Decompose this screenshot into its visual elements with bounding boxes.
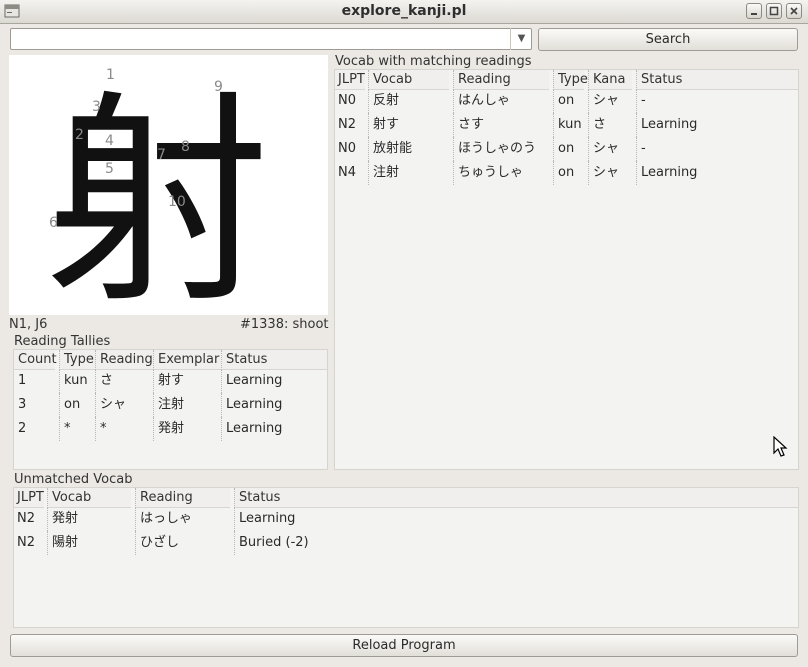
unmatched-cell[interactable]: Buried (-2) [234, 531, 309, 555]
vocab-cell[interactable]: Learning [636, 113, 697, 137]
col-header-status[interactable]: Status [234, 488, 798, 508]
vocab-cell[interactable]: on [553, 89, 574, 113]
maximize-button[interactable] [766, 3, 782, 19]
col-header-jlpt[interactable]: JLPT [14, 488, 44, 508]
vocab-cell[interactable]: Learning [636, 161, 697, 185]
vocab-cell[interactable]: 注射 [368, 161, 399, 185]
vocab-cell[interactable]: N2 [338, 113, 356, 137]
col-header-exemplar[interactable]: Exemplar [153, 350, 221, 370]
vocab-cell[interactable]: シャ [588, 89, 619, 113]
stroke-number-1: 1 [106, 67, 115, 83]
window-title: explore_kanji.pl [341, 3, 467, 19]
col-header-kana[interactable]: Kana [588, 70, 632, 90]
mouse-pointer-icon [773, 435, 789, 462]
tally-cell[interactable]: * [59, 417, 71, 441]
kanji-id-meaning: #1338: shoot [240, 317, 329, 332]
stroke-number-5: 5 [105, 161, 114, 177]
vocab-cell[interactable]: N0 [338, 89, 356, 113]
stroke-number-7: 7 [157, 147, 166, 163]
col-header-reading[interactable]: Reading [453, 70, 549, 90]
col-header-reading[interactable]: Reading [95, 350, 153, 370]
vocab-cell[interactable]: kun [553, 113, 582, 137]
tally-cell[interactable]: 発射 [153, 417, 184, 441]
vocab-cell[interactable]: ほうしゃのう [453, 137, 536, 161]
stroke-number-6: 6 [49, 215, 58, 231]
tally-cell[interactable]: Learning [221, 369, 282, 393]
unmatched-cell[interactable]: N2 [17, 531, 35, 555]
stroke-number-2: 2 [75, 127, 84, 143]
vocab-cell[interactable]: on [553, 161, 574, 185]
stroke-number-4: 4 [105, 133, 114, 149]
vocab-cell[interactable]: ちゅうしゃ [453, 161, 523, 185]
unmatched-cell[interactable]: はっしゃ [135, 507, 192, 531]
tally-cell[interactable]: 1 [18, 369, 26, 393]
vocab-cell[interactable]: 射す [368, 113, 399, 137]
vocab-cell[interactable]: さ [588, 113, 606, 137]
kanji-character: 射 [45, 72, 270, 315]
close-button[interactable] [786, 3, 802, 19]
unmatched-cell[interactable]: Learning [234, 507, 295, 531]
tally-cell[interactable]: 2 [18, 417, 26, 441]
col-header-reading[interactable]: Reading [135, 488, 230, 508]
tally-cell[interactable]: Learning [221, 393, 282, 417]
unmatched-cell[interactable]: N2 [17, 507, 35, 531]
stroke-number-8: 8 [181, 139, 190, 155]
tally-cell[interactable]: Learning [221, 417, 282, 441]
vocab-cell[interactable]: N4 [338, 161, 356, 185]
vocab-cell[interactable]: 放射能 [368, 137, 412, 161]
vocab-cell[interactable]: N0 [338, 137, 356, 161]
stroke-number-9: 9 [214, 79, 223, 95]
col-header-vocab[interactable]: Vocab [47, 488, 131, 508]
stroke-number-10: 10 [168, 194, 186, 210]
kanji-stroke-image: 射 1 2 3 4 5 6 7 8 9 10 [9, 55, 328, 315]
unmatched-cell[interactable]: ひざし [135, 531, 179, 555]
vocab-cell[interactable]: さす [453, 113, 484, 137]
tally-cell[interactable]: * [95, 417, 107, 441]
vocab-matching-table[interactable]: JLPT Vocab Reading Type Kana Status N0 反… [334, 69, 799, 470]
stroke-number-3: 3 [92, 99, 101, 115]
col-header-vocab[interactable]: Vocab [368, 70, 449, 90]
reading-tallies-table[interactable]: Count Type Reading Exemplar Status 1 kun… [13, 349, 328, 470]
tally-cell[interactable]: さ [95, 369, 113, 393]
vocab-cell[interactable]: on [553, 137, 574, 161]
col-header-jlpt[interactable]: JLPT [335, 70, 365, 90]
vocab-cell[interactable]: 反射 [368, 89, 399, 113]
unmatched-cell[interactable]: 発射 [47, 507, 78, 531]
col-header-count[interactable]: Count [14, 350, 57, 370]
vocab-cell[interactable]: - [636, 89, 646, 113]
col-header-status[interactable]: Status [636, 70, 798, 90]
tally-cell[interactable]: kun [59, 369, 88, 393]
reload-program-button[interactable]: Reload Program [10, 634, 798, 657]
vocab-cell[interactable]: - [636, 137, 646, 161]
vocab-cell[interactable]: シャ [588, 161, 619, 185]
kanji-grade-info: N1, J6 [9, 317, 48, 332]
vocab-cell[interactable]: シャ [588, 137, 619, 161]
title-bar: explore_kanji.pl [0, 0, 808, 24]
tally-cell[interactable]: 注射 [153, 393, 184, 417]
search-button[interactable]: Search [538, 28, 798, 51]
vocab-cell[interactable]: はんしゃ [453, 89, 510, 113]
unmatched-vocab-table[interactable]: JLPT Vocab Reading Status N2 発射 はっしゃ Lea… [13, 487, 799, 628]
tally-cell[interactable]: 3 [18, 393, 26, 417]
tally-cell[interactable]: on [59, 393, 80, 417]
kanji-search-combobox[interactable] [10, 28, 532, 50]
minimize-button[interactable] [746, 3, 762, 19]
dropdown-arrow-icon[interactable]: ▼ [510, 28, 532, 50]
col-header-type[interactable]: Type [59, 350, 95, 370]
reading-tallies-title: Reading Tallies [14, 334, 111, 349]
unmatched-vocab-title: Unmatched Vocab [14, 472, 133, 487]
vocab-matching-title: Vocab with matching readings [335, 54, 532, 69]
tally-cell[interactable]: 射す [153, 369, 184, 393]
col-header-type[interactable]: Type [553, 70, 588, 90]
col-header-status[interactable]: Status [221, 350, 327, 370]
tally-cell[interactable]: シャ [95, 393, 126, 417]
unmatched-cell[interactable]: 陽射 [47, 531, 78, 555]
